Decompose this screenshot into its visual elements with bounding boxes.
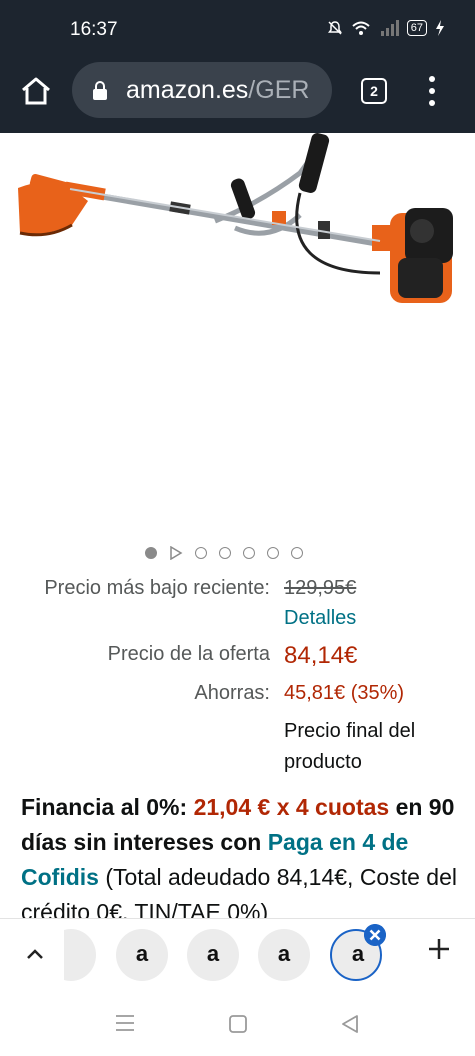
amazon-logo-letter: a <box>206 941 220 966</box>
address-bar[interactable]: amazon.es/GER <box>72 62 332 118</box>
amazon-logo-letter: a <box>135 941 149 966</box>
battery-level: 67 <box>406 20 427 36</box>
tab-thumbnail[interactable]: a <box>116 929 168 981</box>
tab-strip: a a a a <box>0 918 475 992</box>
new-tab-icon[interactable] <box>426 936 452 962</box>
product-image[interactable] <box>0 133 475 543</box>
video-play-icon[interactable] <box>169 546 183 560</box>
wifi-icon <box>352 21 370 35</box>
browser-top-bar: 16:37 67 amazon.es/GER 2 <box>0 0 475 133</box>
image-dot[interactable] <box>195 547 207 559</box>
tab-thumbnail[interactable]: a <box>258 929 310 981</box>
image-dot[interactable] <box>267 547 279 559</box>
recent-low-price-label: Precio más bajo reciente: <box>44 577 270 599</box>
back-nav-icon[interactable] <box>340 1014 360 1034</box>
chevron-up-icon[interactable] <box>25 947 45 961</box>
financing-lead: Financia al 0%: <box>21 794 188 820</box>
home-nav-icon[interactable] <box>228 1014 248 1034</box>
home-icon[interactable] <box>20 76 52 106</box>
details-link[interactable]: Detalles <box>284 607 356 630</box>
system-navigation-bar <box>0 992 475 1056</box>
url-host: amazon.es <box>126 76 249 104</box>
charging-icon <box>436 20 444 36</box>
lock-icon <box>93 81 107 100</box>
image-dot[interactable] <box>291 547 303 559</box>
offer-price-value: 84,14€ <box>284 642 358 669</box>
image-dot[interactable] <box>145 547 157 559</box>
savings-label: Ahorras: <box>194 682 270 704</box>
tab-thumbnail[interactable] <box>64 929 96 981</box>
recent-apps-icon[interactable] <box>114 1014 136 1032</box>
signal-icon <box>380 20 399 36</box>
image-dot[interactable] <box>243 547 255 559</box>
amazon-logo-letter: a <box>277 941 291 966</box>
url-path: /GER <box>248 76 310 104</box>
savings-value: 45,81€ (35%) <box>284 682 405 704</box>
url-text: amazon.es/GER <box>126 76 309 105</box>
image-dot[interactable] <box>219 547 231 559</box>
financing-installments: 21,04 € x 4 cuotas <box>193 794 390 820</box>
status-icons: 67 <box>327 20 445 36</box>
financing-offer: Financia al 0%: 21,04 € x 4 cuotas en 90… <box>21 790 461 930</box>
status-time: 16:37 <box>70 19 118 40</box>
final-price-note: Precio final del producto <box>284 720 416 773</box>
overflow-menu-icon[interactable] <box>428 76 436 106</box>
offer-price-label: Precio de la oferta <box>107 643 270 665</box>
bell-muted-icon <box>327 21 342 35</box>
tab-thumbnail[interactable]: a <box>187 929 239 981</box>
tab-switcher-button[interactable]: 2 <box>361 78 387 104</box>
recent-low-price-value: 129,95€ <box>284 577 357 599</box>
close-tab-icon[interactable] <box>364 924 386 946</box>
image-pagination[interactable] <box>145 546 303 560</box>
